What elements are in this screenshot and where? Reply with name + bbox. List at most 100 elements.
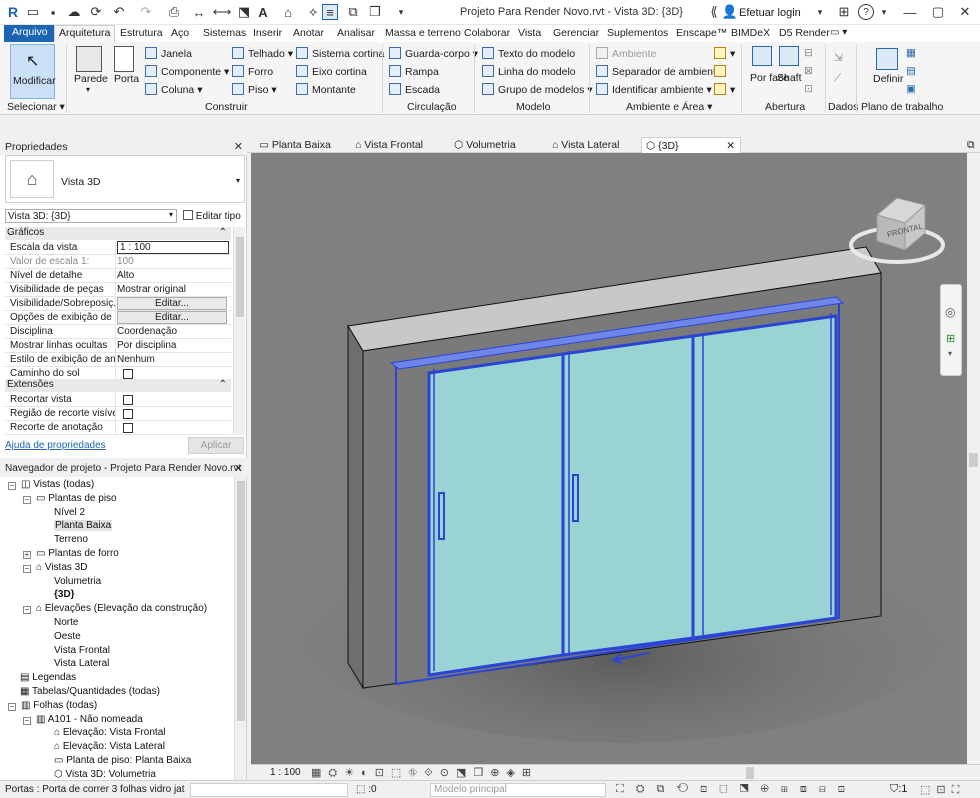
sync-icon[interactable]: ⟳: [88, 4, 104, 20]
recorte-anotacao-checkbox[interactable]: [123, 423, 133, 433]
browser-node[interactable]: ▭ Plantas de forro: [36, 548, 119, 559]
tab-suplementos[interactable]: Suplementos: [607, 26, 668, 42]
shaft-button[interactable]: Shaft: [777, 72, 802, 84]
customize-toolbar-icon[interactable]: ▾: [393, 4, 409, 20]
door-panel-right[interactable]: [691, 314, 838, 640]
tag-icon[interactable]: ⬔: [236, 4, 252, 20]
measure-icon[interactable]: ↔: [191, 4, 207, 20]
browser-node[interactable]: ▤ Legendas: [20, 672, 76, 683]
browser-node[interactable]: ▭ Planta de piso: Planta Baixa: [54, 755, 191, 766]
maximize-icon[interactable]: ▢: [930, 4, 946, 20]
browser-node[interactable]: ◫ Vistas (todas): [21, 479, 94, 490]
switch-windows-icon[interactable]: ❐: [367, 4, 383, 20]
browser-node[interactable]: Vista Lateral: [54, 658, 109, 669]
piso-button[interactable]: Piso ▾: [232, 83, 277, 96]
recortar-vista-checkbox[interactable]: [123, 395, 133, 405]
definir-button[interactable]: Definir: [873, 73, 903, 85]
show-workplane-icon[interactable]: ▦: [906, 47, 916, 59]
tree-expander-icon[interactable]: −: [8, 702, 16, 711]
view-tabs-menu-icon[interactable]: ⧉: [963, 137, 979, 153]
prop-edit-button[interactable]: Editar...: [117, 297, 227, 310]
tree-expander-icon[interactable]: −: [23, 606, 31, 615]
area-button[interactable]: ▾: [714, 47, 735, 60]
exchange-icon[interactable]: ⊞: [836, 4, 852, 20]
viewer-icon[interactable]: ▣: [906, 83, 916, 95]
tab-d5-render[interactable]: D5 Render: [779, 26, 830, 42]
grid-icon[interactable]: ⟋: [834, 72, 841, 85]
edit-type-button[interactable]: Editar tipo: [180, 208, 244, 224]
type-selector[interactable]: ⌂ Vista 3D ▾: [5, 155, 245, 203]
browser-node[interactable]: ▥ Folhas (todas): [21, 700, 97, 711]
grupo-modelos-button[interactable]: Grupo de modelos ▾: [482, 83, 593, 96]
ribbon-toggle-icon[interactable]: ▭ ▾: [830, 26, 847, 42]
extensoes-section[interactable]: Extensões ⌃: [5, 379, 231, 392]
tab-enscape[interactable]: Enscape™: [676, 26, 727, 42]
tab-gerenciar[interactable]: Gerenciar: [553, 26, 599, 42]
login-dropdown-icon[interactable]: ▾: [812, 4, 828, 20]
view-scale[interactable]: 1 : 100: [270, 767, 301, 778]
guarda-corpo-button[interactable]: Guarda-corpo ▾: [389, 47, 478, 60]
identificar-ambiente-button[interactable]: Identificar ambiente ▾: [596, 83, 712, 96]
modificar-button[interactable]: ↖ Modificar: [10, 44, 56, 99]
vertical-opening-icon[interactable]: ⊠: [804, 65, 813, 77]
dimension-icon[interactable]: ⟷: [213, 4, 232, 20]
selecionar-dropdown[interactable]: Selecionar ▾: [7, 101, 65, 113]
tree-expander-icon[interactable]: −: [8, 482, 16, 490]
tab-sistemas[interactable]: Sistemas: [203, 26, 246, 42]
parede-dropdown-icon[interactable]: ▾: [86, 85, 90, 94]
apply-button[interactable]: Aplicar: [188, 437, 244, 454]
tab-vista[interactable]: Vista: [518, 26, 541, 42]
browser-node[interactable]: ⌂ Elevações (Elevação da construção): [36, 603, 207, 614]
browser-node[interactable]: Planta Baixa: [54, 520, 113, 532]
login-label[interactable]: Efetuar login: [739, 7, 801, 19]
3d-view-icon[interactable]: ⌂: [280, 4, 296, 20]
properties-scrollbar[interactable]: [233, 227, 245, 435]
tab-arquitetura[interactable]: Arquitetura: [54, 25, 116, 42]
view-tab-vista-lateral[interactable]: ⌂ Vista Lateral: [548, 137, 623, 153]
browser-node[interactable]: ▥ A101 - Não nomeada: [36, 714, 143, 725]
thin-lines-icon[interactable]: ≡: [322, 4, 338, 20]
door-panel-left[interactable]: [427, 352, 565, 677]
properties-scroll-thumb[interactable]: [236, 237, 244, 317]
worksets-indicator[interactable]: ⬚ :0: [356, 784, 377, 795]
close-hidden-icon[interactable]: ⧉: [345, 4, 361, 20]
browser-node[interactable]: ⬡ Vista 3D: Volumetria: [54, 769, 156, 780]
graficos-section[interactable]: Gráficos ⌃: [5, 227, 231, 240]
tree-expander-icon[interactable]: −: [23, 564, 31, 573]
tab-aco[interactable]: Aço: [171, 26, 189, 42]
sistema-cortina-button[interactable]: Sistema cortina: [296, 47, 384, 60]
status-right-icons[interactable]: ⬚⊡⛶: [920, 783, 965, 797]
tab-colaborar[interactable]: Colaborar: [464, 26, 510, 42]
view-control-icons[interactable]: ▦⛭☀◐⊡⬚⛗⟐⊙⬔❐⊕◈⊞: [311, 766, 538, 780]
minimize-icon[interactable]: —: [902, 4, 918, 20]
browser-node[interactable]: ⌂ Elevação: Vista Frontal: [54, 727, 165, 738]
separador-ambiente-button[interactable]: Separador de ambiente: [596, 65, 722, 78]
escada-button[interactable]: Escada: [389, 83, 440, 96]
browser-node[interactable]: ▦ Tabelas/Quantidades (todas): [20, 686, 160, 697]
filter-indicator[interactable]: ⛉:1: [890, 783, 907, 796]
forro-button[interactable]: Forro: [232, 65, 273, 78]
help-properties-link[interactable]: Ajuda de propriedades: [5, 440, 106, 451]
model-selector[interactable]: Modelo principal: [430, 783, 606, 797]
tab-arquivo[interactable]: Arquivo: [4, 25, 56, 42]
componente-button[interactable]: Componente ▾: [145, 65, 229, 78]
canvas-scroll-thumb[interactable]: [969, 453, 978, 467]
parede-button[interactable]: Parede: [74, 73, 108, 85]
browser-node[interactable]: Vista Frontal: [54, 645, 110, 656]
steering-wheel-icon[interactable]: ◎: [945, 305, 955, 319]
browser-node[interactable]: Volumetria: [54, 576, 101, 587]
close-browser-icon[interactable]: ✕: [234, 462, 243, 475]
ambiente-button[interactable]: Ambiente: [596, 47, 656, 60]
tree-expander-icon[interactable]: +: [23, 551, 31, 559]
janela-button[interactable]: Janela: [145, 47, 192, 60]
rampa-button[interactable]: Rampa: [389, 65, 439, 78]
telhado-button[interactable]: Telhado ▾: [232, 47, 293, 60]
instance-selector[interactable]: Vista 3D: {3D} ▾: [5, 209, 177, 223]
prop-value[interactable]: 1 : 100: [117, 241, 229, 254]
user-icon[interactable]: 👤: [722, 4, 738, 20]
linha-modelo-button[interactable]: Linha do modelo: [482, 65, 576, 78]
status-input[interactable]: [190, 783, 348, 797]
wall-opening-icon[interactable]: ⊟: [804, 47, 813, 59]
horizontal-scroll-thumb[interactable]: [746, 767, 754, 779]
selection-options-icons[interactable]: ⛶⛭⧉⟲⊡⬚⬔⊕⊞⧈⊟⊡: [616, 783, 857, 796]
